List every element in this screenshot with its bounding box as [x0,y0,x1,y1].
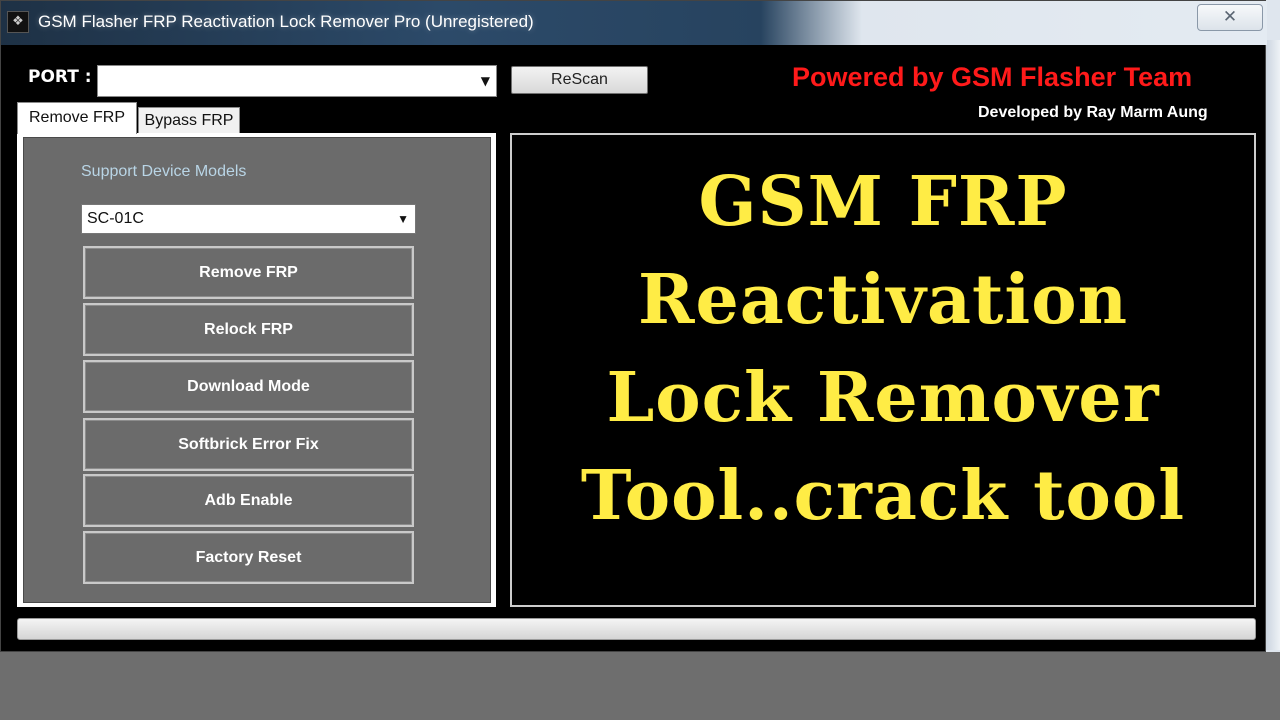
port-label: PORT : [28,67,92,87]
adb-enable-button[interactable]: Adb Enable [83,474,414,527]
tab-remove-frp[interactable]: Remove FRP [17,102,137,134]
desktop-edge [1265,40,1280,650]
device-model-value: SC-01C [87,210,144,227]
title-bar[interactable]: ❖ GSM Flasher FRP Reactivation Lock Remo… [1,1,1267,45]
developed-by-text: Developed by Ray Marm Aung [978,104,1208,121]
softbrick-error-fix-button[interactable]: Softbrick Error Fix [83,418,414,471]
relock-frp-button[interactable]: Relock FRP [83,303,414,356]
powered-by-text: Powered by GSM Flasher Team [792,62,1193,92]
banner-line-3: Lock Remover [606,358,1160,438]
banner-line-1: GSM FRP [698,162,1068,242]
port-select[interactable]: ▼ [97,65,497,97]
remove-frp-button[interactable]: Remove FRP [83,246,414,299]
banner-line-4: Tool..crack tool [580,456,1186,536]
app-logo-icon: ❖ [7,11,29,33]
device-model-select[interactable]: SC-01C ▼ [81,204,416,234]
banner-line-2: Reactivation [637,260,1129,340]
chevron-down-icon: ▼ [480,74,490,88]
factory-reset-button[interactable]: Factory Reset [83,531,414,584]
window-title: GSM Flasher FRP Reactivation Lock Remove… [38,12,534,31]
download-mode-button[interactable]: Download Mode [83,360,414,413]
progress-bar [17,618,1256,640]
rescan-button[interactable]: ReScan [511,66,648,94]
close-icon: ✕ [1222,7,1238,27]
close-button[interactable]: ✕ [1197,4,1263,31]
tab-bypass-frp[interactable]: Bypass FRP [138,107,240,135]
support-models-label: Support Device Models [81,163,247,180]
chevron-down-icon: ▼ [397,212,409,226]
